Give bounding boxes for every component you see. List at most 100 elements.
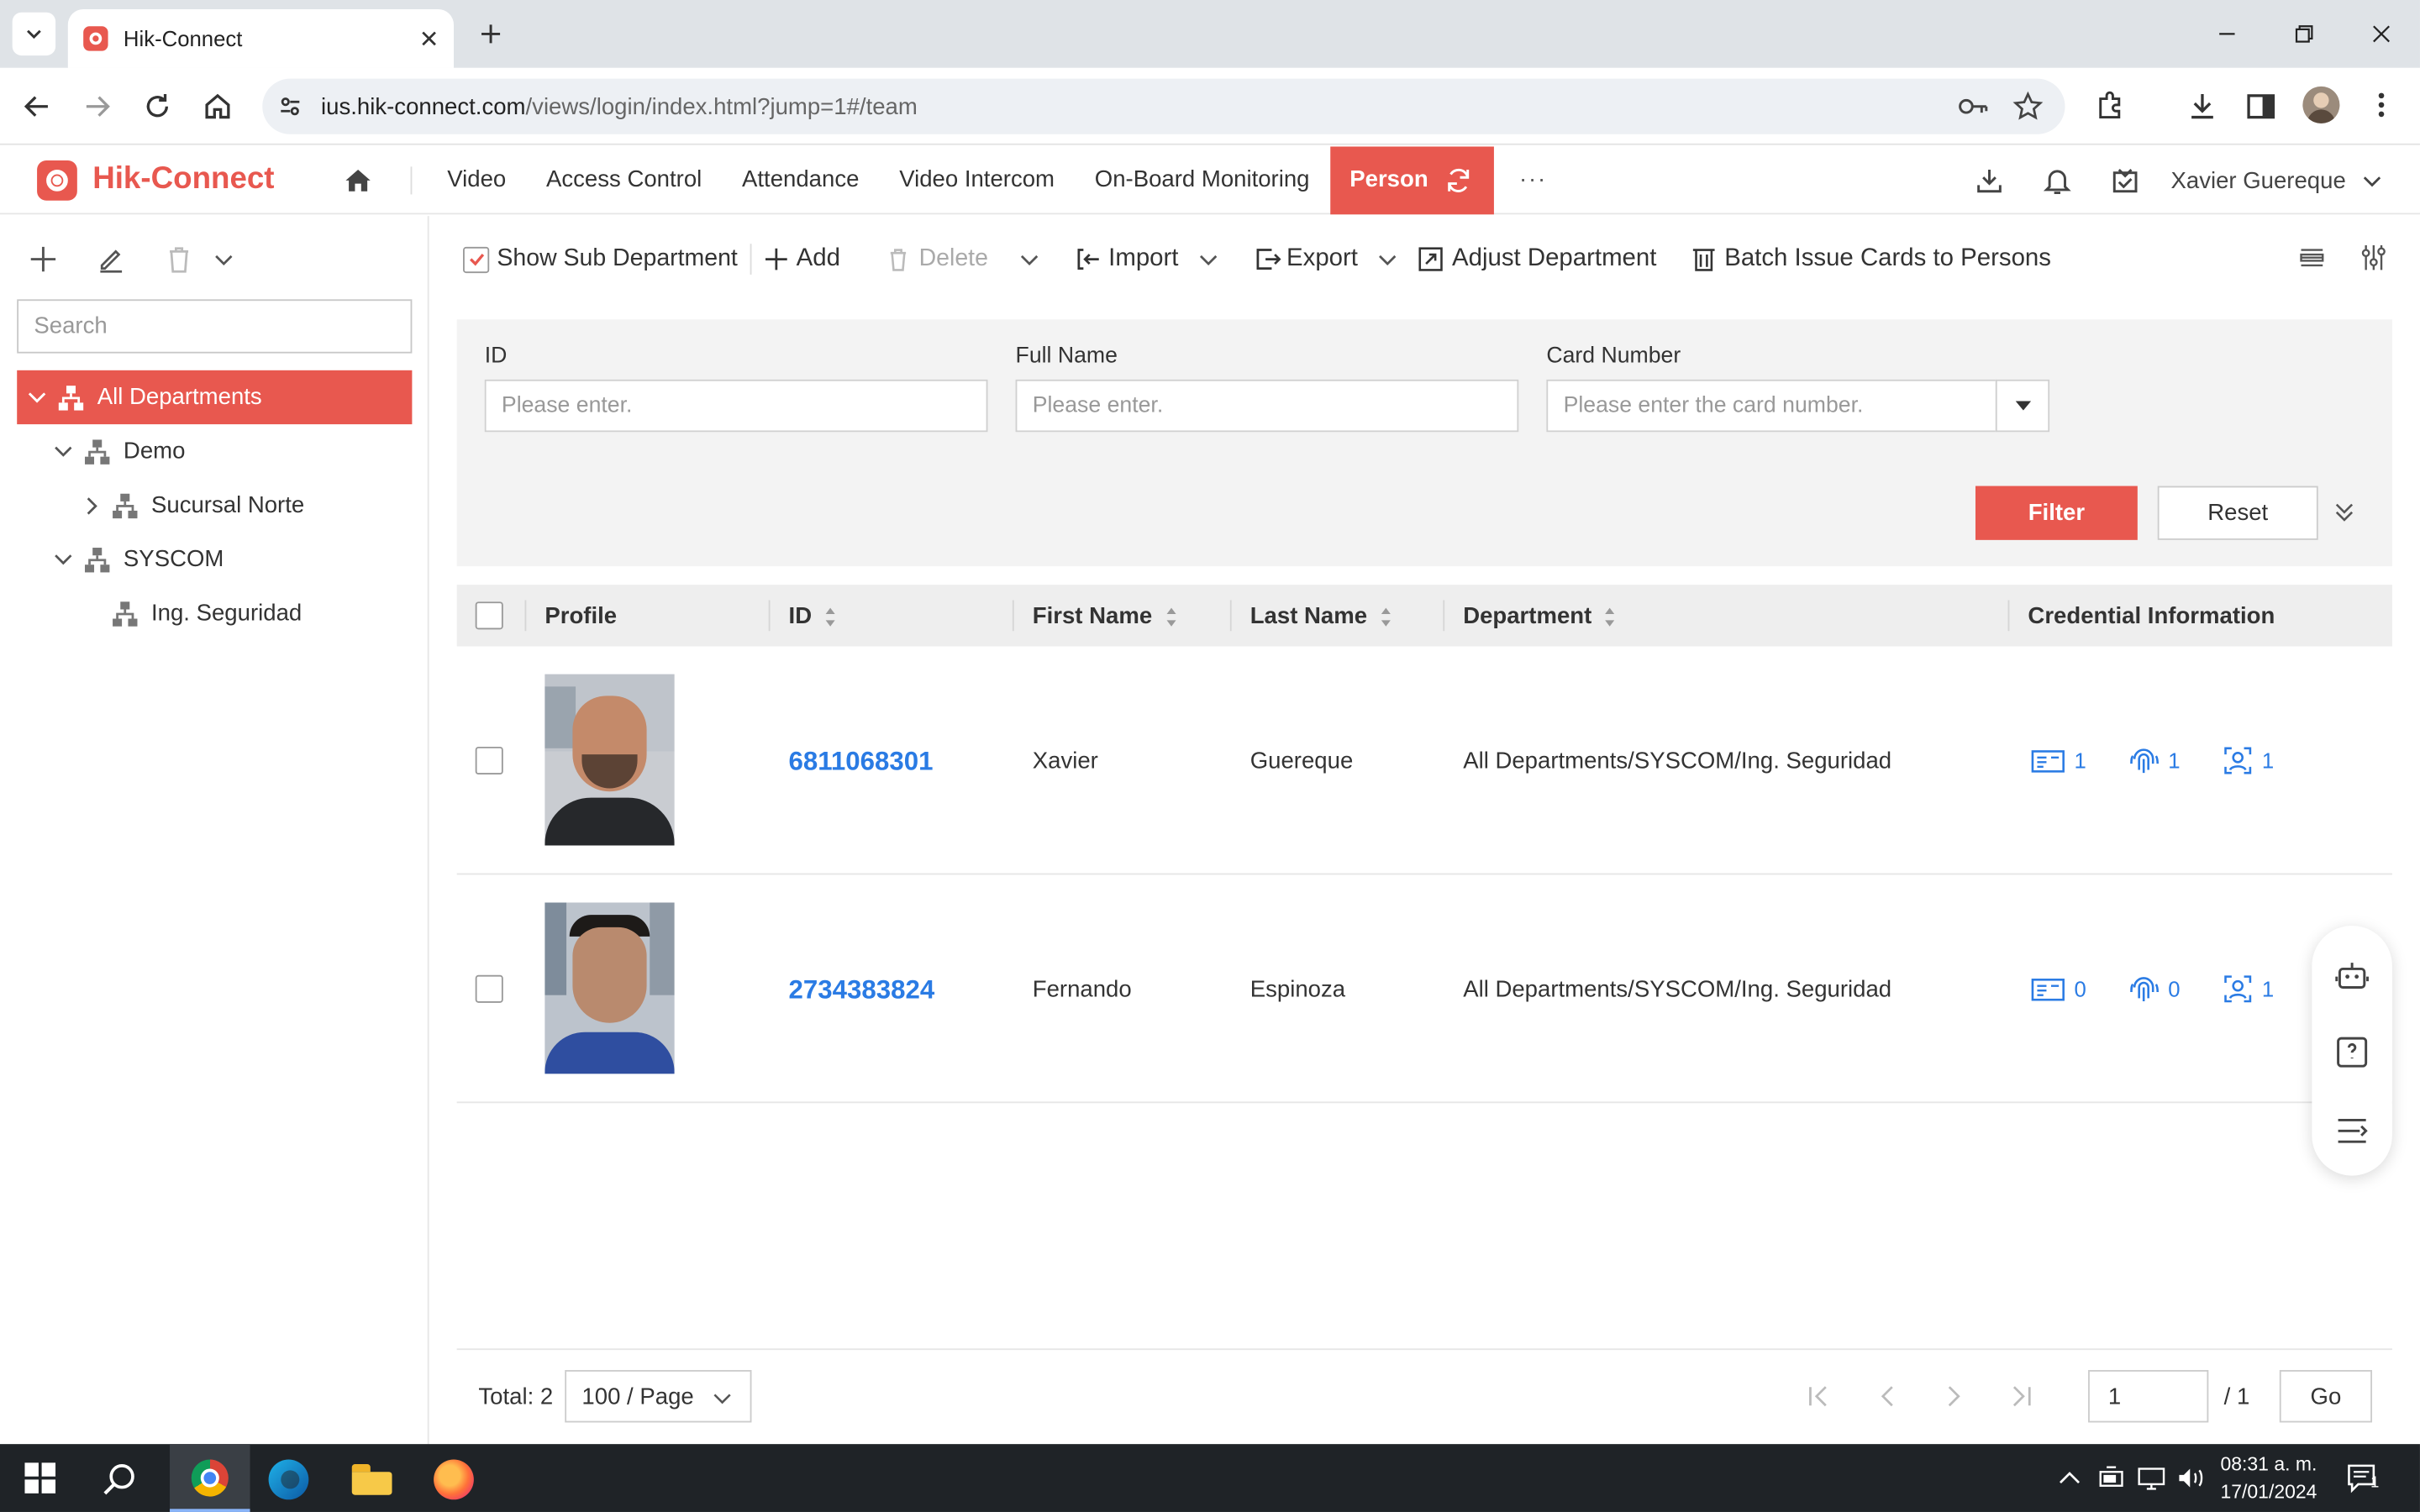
browser-menu-icon[interactable] — [2369, 90, 2393, 121]
chevron-down-icon[interactable] — [52, 549, 74, 570]
close-window-button[interactable] — [2343, 0, 2420, 68]
table-row[interactable]: 6811068301 Xavier Guereque All Departmen… — [456, 647, 2392, 875]
reload-button[interactable] — [142, 91, 173, 122]
checkbox-checked[interactable] — [463, 245, 490, 273]
density-toggle-icon[interactable] — [2296, 242, 2328, 273]
expand-filter-button[interactable] — [2333, 500, 2355, 524]
department-search-input[interactable]: Search — [17, 299, 413, 354]
close-tab-icon[interactable] — [420, 29, 439, 48]
reset-button[interactable]: Reset — [2157, 486, 2318, 540]
last-name-column-header[interactable]: Last Name — [1250, 603, 1392, 629]
add-department-button[interactable] — [28, 244, 59, 275]
notification-bell-icon[interactable] — [2041, 165, 2072, 197]
page-number-input[interactable]: 1 — [2088, 1369, 2209, 1423]
nav-video-intercom[interactable]: Video Intercom — [899, 166, 1055, 192]
nav-onboard-monitoring[interactable]: On-Board Monitoring — [1095, 166, 1310, 192]
more-actions-dropdown[interactable] — [213, 249, 234, 270]
tree-item-syscom[interactable]: SYSCOM — [0, 533, 429, 586]
batch-issue-cards-button[interactable]: Batch Issue Cards to Persons — [1691, 245, 2051, 273]
go-button[interactable]: Go — [2279, 1369, 2373, 1423]
delete-department-button[interactable] — [164, 244, 195, 275]
firefox-icon[interactable] — [434, 1459, 474, 1500]
add-person-button[interactable]: Add — [764, 245, 840, 273]
home-button[interactable] — [203, 91, 234, 122]
tree-item-sucursal-norte[interactable]: Sucursal Norte — [0, 478, 429, 532]
collapse-menu-icon[interactable] — [2333, 1114, 2370, 1147]
home-nav-button[interactable] — [342, 165, 373, 196]
full-name-filter-input[interactable]: Please enter. — [1015, 379, 1519, 433]
row-checkbox[interactable] — [475, 746, 503, 775]
import-button[interactable]: Import — [1075, 245, 1218, 273]
person-id-link[interactable]: 2734383824 — [789, 975, 935, 1006]
side-panel-icon[interactable] — [2245, 91, 2276, 122]
id-filter-input[interactable]: Please enter. — [484, 379, 988, 433]
nav-person[interactable]: Person — [1329, 145, 1495, 214]
filter-button[interactable]: Filter — [1975, 486, 2138, 540]
browser-tab[interactable]: Hik-Connect — [67, 9, 454, 68]
taskbar-clock[interactable]: 08:31 a. m. 17/01/2024 — [2207, 1450, 2330, 1505]
site-info-icon[interactable] — [278, 94, 302, 118]
profile-photo[interactable] — [544, 902, 675, 1074]
battery-icon[interactable] — [2096, 1466, 2127, 1490]
table-row[interactable]: 2734383824 Fernando Espinoza All Departm… — [456, 874, 2392, 1104]
file-explorer-icon[interactable] — [351, 1464, 392, 1495]
last-page-button[interactable] — [2007, 1383, 2034, 1410]
prev-page-button[interactable] — [1874, 1383, 1902, 1410]
card-credential[interactable]: 1 — [2031, 747, 2086, 774]
tab-search-button[interactable] — [12, 12, 56, 56]
forward-button[interactable] — [82, 91, 113, 122]
minimize-button[interactable] — [2188, 0, 2265, 68]
chevron-down-icon[interactable] — [52, 440, 74, 462]
start-button[interactable] — [24, 1462, 56, 1494]
edge-icon[interactable] — [268, 1459, 309, 1500]
id-column-header[interactable]: ID — [789, 603, 837, 629]
card-credential[interactable]: 0 — [2031, 975, 2086, 1003]
chevron-right-icon[interactable] — [81, 495, 103, 517]
tray-overflow-button[interactable] — [2059, 1469, 2081, 1488]
page-size-select[interactable]: 100 / Page — [565, 1369, 752, 1423]
notification-center-button[interactable]: 1 — [2346, 1462, 2380, 1494]
row-checkbox[interactable] — [475, 974, 503, 1003]
nav-access-control[interactable]: Access Control — [546, 166, 702, 192]
extensions-icon[interactable] — [2094, 90, 2128, 123]
bookmark-star-icon[interactable] — [2012, 91, 2044, 122]
card-number-filter-input[interactable]: Please enter the card number. — [1546, 379, 1997, 433]
downloads-icon[interactable] — [2186, 90, 2219, 123]
volume-icon[interactable] — [2176, 1466, 2207, 1490]
nav-video[interactable]: Video — [447, 166, 506, 192]
network-icon[interactable] — [2136, 1466, 2167, 1490]
adjust-department-button[interactable]: Adjust Department — [1417, 245, 1656, 273]
profile-photo[interactable] — [544, 674, 675, 846]
tree-item-all-departments[interactable]: All Departments — [17, 370, 413, 425]
address-bar[interactable]: ius.hik-connect.com/views/login/index.ht… — [262, 78, 2065, 134]
back-button[interactable] — [22, 91, 53, 122]
department-column-header[interactable]: Department — [1463, 603, 1616, 629]
user-name[interactable]: Xavier Guereque — [2170, 167, 2345, 193]
refresh-icon[interactable] — [1444, 165, 1475, 193]
chevron-down-icon[interactable] — [26, 386, 48, 408]
column-settings-icon[interactable] — [2358, 242, 2389, 273]
first-name-column-header[interactable]: First Name — [1033, 603, 1177, 629]
chevron-down-icon[interactable] — [2361, 170, 2383, 192]
face-credential[interactable]: 1 — [2222, 974, 2274, 1005]
fingerprint-credential[interactable]: 1 — [2128, 745, 2181, 776]
chevron-down-icon[interactable] — [1019, 249, 1041, 270]
app-logo[interactable]: Hik-Connect — [37, 160, 275, 200]
more-nav-button[interactable]: ··· — [1519, 166, 1547, 192]
profile-avatar[interactable] — [2302, 86, 2340, 123]
fingerprint-credential[interactable]: 0 — [2128, 974, 2181, 1005]
password-key-icon[interactable] — [1957, 92, 1988, 120]
card-number-dropdown[interactable] — [1995, 379, 2050, 433]
taskbar-search-button[interactable] — [102, 1461, 139, 1498]
export-button[interactable]: Export — [1253, 245, 1398, 273]
download-center-icon[interactable] — [1973, 165, 2004, 197]
show-sub-department-checkbox[interactable]: Show Sub Department — [463, 245, 738, 273]
delete-person-button[interactable]: Delete — [886, 245, 1040, 273]
face-credential[interactable]: 1 — [2222, 745, 2274, 776]
nav-attendance[interactable]: Attendance — [742, 166, 859, 192]
select-all-checkbox[interactable] — [475, 601, 503, 630]
restore-button[interactable] — [2265, 0, 2343, 68]
new-tab-button[interactable] — [469, 13, 512, 55]
tree-item-ing-seguridad[interactable]: Ing. Seguridad — [0, 586, 429, 640]
first-page-button[interactable] — [1806, 1383, 1833, 1410]
